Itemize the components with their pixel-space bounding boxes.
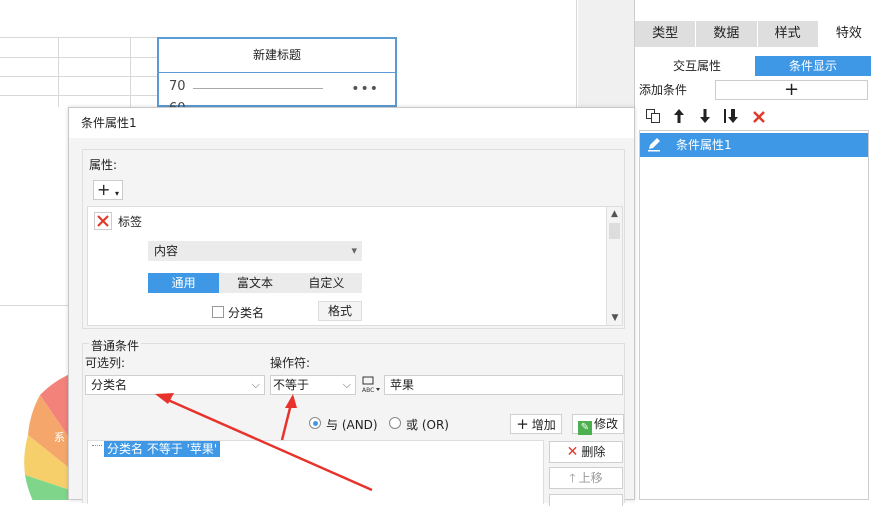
- delete-icon: ✕: [566, 444, 579, 460]
- add-label: 增加: [531, 418, 556, 432]
- attributes-section: 属性: + ▾ 标签 内容 ▾ 通用 富文本 自定义 分类名 格式 ▲ ▼: [82, 149, 625, 329]
- add-attribute-button[interactable]: + ▾: [93, 180, 123, 200]
- column-select[interactable]: 分类名 ⌵: [85, 375, 265, 395]
- add-condition-button[interactable]: +: [715, 80, 868, 100]
- modify-label: 修改: [593, 417, 618, 431]
- tab-style[interactable]: 样式: [757, 21, 819, 47]
- condition-section-label: 普通条件: [89, 337, 142, 354]
- format-button[interactable]: 格式: [318, 301, 362, 321]
- chevron-down-icon: ▾: [114, 189, 119, 198]
- operator-label: 操作符:: [270, 356, 311, 370]
- tab-rich-text[interactable]: 富文本: [219, 273, 290, 293]
- chevron-down-icon: ⌵: [342, 378, 351, 391]
- delete-label: 删除: [581, 445, 606, 459]
- copy-icon[interactable]: [643, 108, 663, 130]
- add-condition-label: 添加条件: [639, 83, 688, 97]
- list-item-label: 条件属性1: [676, 138, 732, 152]
- move-up-icon[interactable]: [669, 108, 689, 130]
- condition-result-item[interactable]: 分类名 不等于 '苹果': [104, 441, 221, 457]
- plus-icon: +: [97, 180, 111, 199]
- chevron-down-icon: ▾: [351, 244, 357, 257]
- arrow-up-icon: 🡑: [569, 471, 576, 485]
- condition-list: 条件属性1: [639, 130, 869, 500]
- chevron-down-icon: ⌵: [251, 378, 260, 391]
- chart-line: [193, 88, 323, 89]
- move-bottom-icon[interactable]: [721, 108, 741, 130]
- attribute-label-tag: 标签: [118, 215, 143, 229]
- operator-select-value: 不等于: [273, 378, 310, 392]
- dialog-title: 条件属性1: [69, 108, 634, 138]
- condition-result-list: 分类名 不等于 '苹果': [87, 440, 544, 504]
- plus-icon: +: [516, 415, 529, 433]
- tab-custom[interactable]: 自定义: [291, 273, 362, 293]
- delete-icon[interactable]: [749, 108, 769, 130]
- condition-attribute-dialog: 条件属性1 属性: + ▾ 标签 内容 ▾ 通用 富文本 自定义 分类名 格式 ▲ …: [68, 107, 635, 506]
- modify-button[interactable]: ✎ 修改: [572, 414, 624, 435]
- tab-data[interactable]: 数据: [696, 21, 758, 47]
- subtab-conditional-display[interactable]: 条件显示: [755, 56, 871, 76]
- radio-dot: [312, 420, 318, 426]
- delete-button[interactable]: ✕ 删除: [549, 441, 623, 463]
- move-down-icon[interactable]: [695, 108, 715, 130]
- operator-select[interactable]: 不等于 ⌵: [270, 375, 356, 395]
- column-select-value: 分类名: [91, 378, 128, 392]
- more-menu-icon[interactable]: •••: [351, 82, 379, 96]
- scroll-down-icon[interactable]: ▼: [607, 311, 623, 325]
- or-radio[interactable]: [389, 417, 401, 429]
- axis-value-70: 70: [169, 79, 186, 94]
- add-condition-item-button[interactable]: + 增加: [510, 414, 562, 434]
- move-up-button[interactable]: 🡑 上移: [549, 467, 623, 489]
- list-item-selected[interactable]: 条件属性1: [640, 133, 868, 157]
- category-checkbox[interactable]: [212, 306, 224, 318]
- subtab-interaction[interactable]: 交互属性: [639, 56, 755, 76]
- tab-effects[interactable]: 特效: [818, 21, 879, 47]
- or-label: 或 (OR): [406, 418, 449, 432]
- condition-value-input[interactable]: 苹果: [384, 375, 623, 395]
- attribute-list: 标签 内容 ▾ 通用 富文本 自定义 分类名 格式 ▲ ▼: [87, 206, 623, 326]
- column-label: 可选列:: [85, 356, 126, 370]
- move-down-button[interactable]: [549, 494, 623, 506]
- pie-label: 系: [54, 431, 65, 444]
- properties-panel: 类型 数据 样式 特效 交互属性 条件显示 添加条件 + 条件属性1: [634, 0, 879, 500]
- edit-icon: ✎: [577, 421, 592, 435]
- widget-title: 新建标题: [159, 39, 395, 73]
- abc-type-icon[interactable]: ABC: [359, 375, 381, 395]
- scroll-up-icon[interactable]: ▲: [607, 207, 622, 221]
- title-widget[interactable]: 新建标题 70 60 •••: [157, 37, 397, 107]
- attribute-scrollbar[interactable]: ▲ ▼: [606, 207, 622, 325]
- and-label: 与 (AND): [326, 418, 378, 432]
- move-up-label: 上移: [578, 471, 603, 485]
- tree-connector: [92, 445, 102, 446]
- category-checkbox-label: 分类名: [228, 306, 265, 320]
- svg-text:ABC: ABC: [362, 387, 374, 394]
- and-radio[interactable]: [309, 417, 321, 429]
- content-tabs: 通用 富文本 自定义: [148, 273, 362, 293]
- content-select[interactable]: 内容 ▾: [148, 241, 362, 261]
- panel-tabs: 类型 数据 样式 特效: [635, 21, 879, 47]
- tab-general[interactable]: 通用: [148, 273, 220, 293]
- condition-section: 普通条件 可选列: 分类名 ⌵ 操作符: 不等于 ⌵ ABC 苹果 与 (AND) …: [82, 337, 625, 506]
- content-select-value: 内容: [154, 244, 179, 258]
- remove-attribute-button[interactable]: [94, 212, 112, 230]
- edit-pencil-icon: [646, 136, 662, 160]
- effect-subtabs: 交互属性 条件显示: [639, 56, 871, 76]
- attributes-label: 属性:: [89, 158, 118, 172]
- tab-type[interactable]: 类型: [635, 21, 697, 47]
- scroll-thumb[interactable]: [609, 223, 620, 239]
